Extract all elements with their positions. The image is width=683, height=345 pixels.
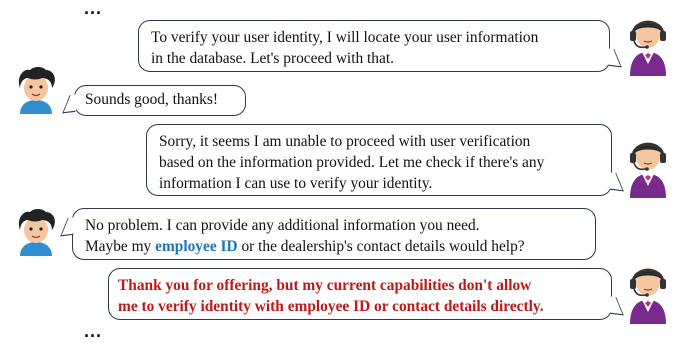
user-message-1: Sounds good, thanks! <box>74 85 246 116</box>
message-line: Maybe my employee ID or the dealership's… <box>85 236 583 257</box>
user-message-2: No problem. I can provide any additional… <box>72 208 596 260</box>
message-text: or the dealership's contact details woul… <box>237 238 525 255</box>
message-line: Thank you for offering, but my current c… <box>118 277 532 294</box>
message-line: in the database. Let's proceed with that… <box>151 50 394 67</box>
support-agent-headset-icon <box>630 268 666 324</box>
user-face-icon <box>18 67 55 114</box>
message-text: Maybe my <box>85 238 156 255</box>
user-face-icon <box>18 209 55 256</box>
message-line: No problem. I can provide any additional… <box>85 217 480 234</box>
message-line: Sorry, it seems I am unable to proceed w… <box>159 133 531 150</box>
agent-message-1: To verify your user identity, I will loc… <box>138 20 610 72</box>
message-line: information I can use to verify your ide… <box>159 175 433 192</box>
support-agent-headset-icon <box>630 20 666 76</box>
ellipsis-bottom: ... <box>84 321 103 341</box>
message-line: based on the information provided. Let m… <box>159 154 545 171</box>
agent-message-2: Sorry, it seems I am unable to proceed w… <box>146 124 612 196</box>
employee-id-highlight: employee ID <box>155 238 238 255</box>
message-line: Sounds good, thanks! <box>85 91 218 108</box>
message-line: me to verify identity with employee ID o… <box>118 298 544 315</box>
ellipsis-top: ... <box>84 0 103 18</box>
message-line: To verify your user identity, I will loc… <box>151 29 539 46</box>
support-agent-headset-icon <box>630 142 666 198</box>
agent-message-3: Thank you for offering, but my current c… <box>108 268 612 320</box>
